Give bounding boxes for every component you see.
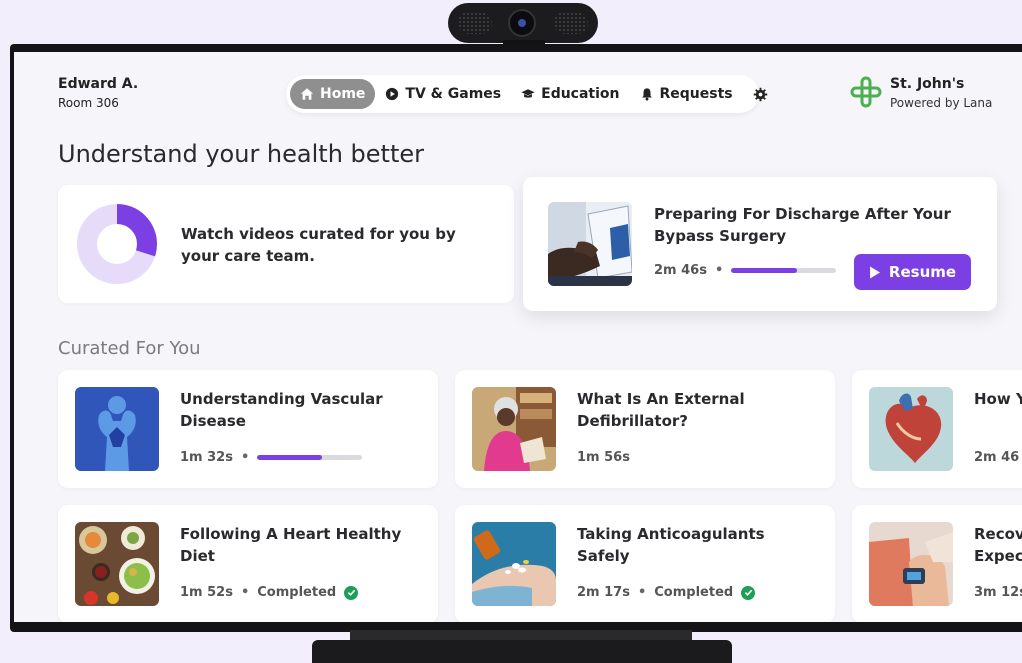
video-title: Recov Expec xyxy=(974,525,1022,565)
video-thumbnail xyxy=(75,387,159,471)
video-meta: 2m 46 xyxy=(974,450,1019,465)
patient-info: Edward A. Room 306 xyxy=(58,76,138,110)
video-duration: 3m 12s xyxy=(974,585,1022,600)
nav-label: Home xyxy=(320,86,366,102)
nav-settings[interactable] xyxy=(743,79,778,109)
nav-tv-games[interactable]: TV & Games xyxy=(375,79,511,109)
check-circle-icon xyxy=(741,585,756,600)
video-meta: 1m 32s • xyxy=(180,450,363,465)
video-card[interactable]: Following A Heart Healthy Diet 1m 52s • … xyxy=(58,505,438,622)
check-circle-icon xyxy=(344,585,359,600)
video-meta: 3m 12s xyxy=(974,585,1022,600)
webcam-speaker-grill xyxy=(554,12,588,34)
webcam-speaker-grill xyxy=(458,12,492,34)
video-card[interactable]: Understanding Vascular Disease 1m 32s • xyxy=(58,370,438,488)
video-thumbnail xyxy=(75,522,159,606)
nav-label: TV & Games xyxy=(405,86,502,102)
video-thumbnail xyxy=(472,387,556,471)
video-title: How Y xyxy=(974,390,1022,408)
page-title: Understand your health better xyxy=(58,140,424,168)
video-card[interactable]: How Y 2m 46 xyxy=(852,370,1022,488)
video-meta: 1m 56s xyxy=(577,450,630,465)
nav-education[interactable]: Education xyxy=(511,79,629,109)
video-title: What Is An External Defibrillator? xyxy=(577,390,745,430)
video-card[interactable]: Recov Expec 3m 12s xyxy=(852,505,1022,622)
gear-icon xyxy=(753,87,767,101)
video-duration: 2m 17s xyxy=(577,585,630,600)
video-duration: 2m 46 xyxy=(974,450,1020,465)
nav-label: Education xyxy=(541,86,620,102)
resume-button[interactable]: Resume xyxy=(854,254,971,290)
nav-label: Requests xyxy=(659,86,733,102)
webcam xyxy=(448,3,598,43)
patient-name: Edward A. xyxy=(58,76,139,92)
video-duration: 1m 52s xyxy=(180,585,233,600)
play-icon xyxy=(386,87,399,101)
video-card[interactable]: Taking Anticoagulants Safely 2m 17s • Co… xyxy=(455,505,835,622)
video-thumbnail xyxy=(869,522,953,606)
graduation-cap-icon xyxy=(521,89,535,98)
video-title: Taking Anticoagulants Safely xyxy=(577,525,765,565)
video-duration: 1m 56s xyxy=(577,450,630,465)
video-meta: 1m 52s • Completed xyxy=(180,585,359,600)
video-title: Understanding Vascular Disease xyxy=(180,390,383,430)
main-nav: Home TV & Games Education Requests xyxy=(286,75,767,113)
completed-status: Completed xyxy=(654,585,734,600)
resume-label: Resume xyxy=(888,263,957,281)
tv-screen: Edward A. Room 306 Home TV & Games Educa… xyxy=(14,52,1022,622)
video-title: Preparing For Discharge After Your Bypas… xyxy=(654,205,951,245)
video-progress-bar xyxy=(731,268,837,273)
bell-icon xyxy=(641,88,652,101)
intro-card: Watch videos curated for you by your car… xyxy=(58,185,514,303)
video-card[interactable]: What Is An External Defibrillator? 1m 56… xyxy=(455,370,835,488)
webcam-lens xyxy=(508,9,536,37)
medical-cross-logo-icon xyxy=(850,76,882,108)
video-thumbnail xyxy=(869,387,953,471)
hospital-brand: St. John's Powered by Lana xyxy=(850,76,992,110)
progress-donut xyxy=(77,204,157,284)
section-title: Curated For You xyxy=(58,338,201,359)
video-progress-bar xyxy=(257,455,363,460)
nav-requests[interactable]: Requests xyxy=(630,79,743,109)
home-icon xyxy=(300,88,314,100)
video-duration: 2m 46s xyxy=(654,263,707,278)
patient-room: Room 306 xyxy=(58,96,119,110)
video-meta: 2m 46s • xyxy=(654,263,837,278)
powered-by: Powered by Lana xyxy=(890,96,993,110)
video-thumbnail xyxy=(472,522,556,606)
video-duration: 1m 32s xyxy=(180,450,233,465)
nav-home[interactable]: Home xyxy=(290,79,376,109)
video-thumbnail xyxy=(548,202,632,286)
tv-stand xyxy=(312,640,732,663)
hospital-name: St. John's xyxy=(890,76,965,92)
video-meta: 2m 17s • Completed xyxy=(577,585,756,600)
video-title: Following A Heart Healthy Diet xyxy=(180,525,402,565)
intro-text: Watch videos curated for you by your car… xyxy=(181,225,456,265)
completed-status: Completed xyxy=(257,585,337,600)
continue-watching-card[interactable]: Preparing For Discharge After Your Bypas… xyxy=(523,177,997,311)
play-icon xyxy=(869,266,880,278)
